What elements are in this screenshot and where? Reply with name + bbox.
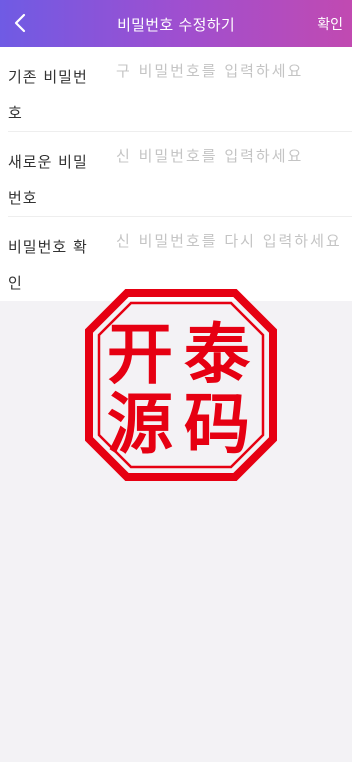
new-password-row: 새로운 비밀번호 (8, 131, 352, 216)
current-password-row: 기존 비밀번호 (0, 47, 352, 131)
current-password-input[interactable] (116, 59, 348, 83)
page-title: 비밀번호 수정하기 (117, 16, 235, 34)
confirm-button[interactable]: 확인 (317, 14, 343, 34)
new-password-label: 새로운 비밀번호 (8, 153, 88, 207)
current-password-label: 기존 비밀번호 (8, 68, 88, 122)
confirm-password-input[interactable] (116, 229, 348, 253)
new-password-input[interactable] (116, 144, 348, 168)
seal-char-4: 码 (184, 385, 250, 463)
password-change-screen: 비밀번호 수정하기 확인 기존 비밀번호 새로운 비밀번호 비밀번호 확인 开 … (0, 0, 352, 762)
seal-char-2: 泰 (184, 315, 251, 393)
seal-char-3: 源 (107, 385, 173, 463)
watermark-seal: 开 泰 源 码 (85, 289, 277, 481)
seal-char-1: 开 (107, 315, 173, 393)
password-form: 기존 비밀번호 새로운 비밀번호 비밀번호 확인 (0, 47, 352, 301)
header-bar: 비밀번호 수정하기 확인 (0, 0, 352, 47)
